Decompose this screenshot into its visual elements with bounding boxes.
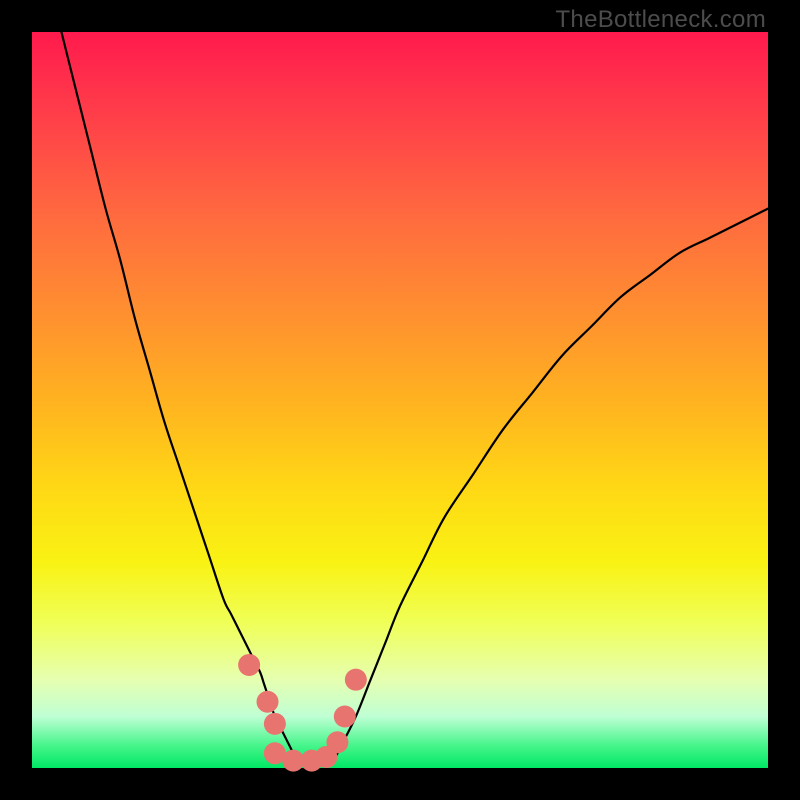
- series-left-curve: [61, 32, 297, 761]
- chart-svg: [32, 32, 768, 768]
- marker-dot: [238, 654, 260, 676]
- chart-plot-area: [32, 32, 768, 768]
- marker-dot: [326, 731, 348, 753]
- watermark-text: TheBottleneck.com: [555, 6, 766, 34]
- marker-dot: [264, 713, 286, 735]
- marker-dot: [257, 691, 279, 713]
- marker-dot: [334, 705, 356, 727]
- marker-dot: [345, 669, 367, 691]
- series-markers: [238, 654, 367, 772]
- series-right-curve: [334, 209, 768, 761]
- chart-frame: TheBottleneck.com: [0, 0, 800, 800]
- series-lines: [61, 32, 768, 761]
